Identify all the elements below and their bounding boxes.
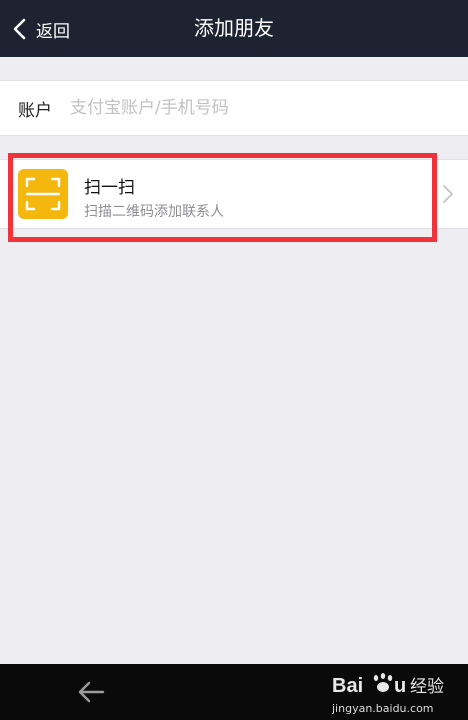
top-navigation-bar: 返回 添加朋友 bbox=[0, 0, 468, 57]
chevron-right-icon bbox=[443, 185, 453, 203]
svg-text:经验: 经验 bbox=[410, 677, 444, 697]
system-navigation-bar: Bai u 经验 jingyan.baidu.com bbox=[0, 664, 468, 720]
page-title: 添加朋友 bbox=[194, 16, 274, 40]
baidu-jingyan-watermark: Bai u 经验 jingyan.baidu.com bbox=[332, 668, 452, 716]
svg-text:u: u bbox=[394, 675, 406, 697]
account-search-row[interactable]: 账户 bbox=[0, 80, 468, 136]
scan-subtitle: 扫描二维码添加联系人 bbox=[84, 204, 224, 220]
back-arrow-icon[interactable] bbox=[76, 680, 106, 704]
scan-item[interactable]: 扫一扫 扫描二维码添加联系人 bbox=[0, 159, 468, 229]
scan-title: 扫一扫 bbox=[84, 178, 135, 198]
watermark-url: jingyan.baidu.com bbox=[332, 702, 434, 715]
account-input[interactable] bbox=[70, 98, 430, 118]
scan-icon bbox=[18, 169, 68, 219]
svg-text:Bai: Bai bbox=[332, 675, 363, 697]
account-label: 账户 bbox=[18, 100, 52, 121]
baidu-logo-icon: Bai u 经验 bbox=[332, 673, 444, 697]
